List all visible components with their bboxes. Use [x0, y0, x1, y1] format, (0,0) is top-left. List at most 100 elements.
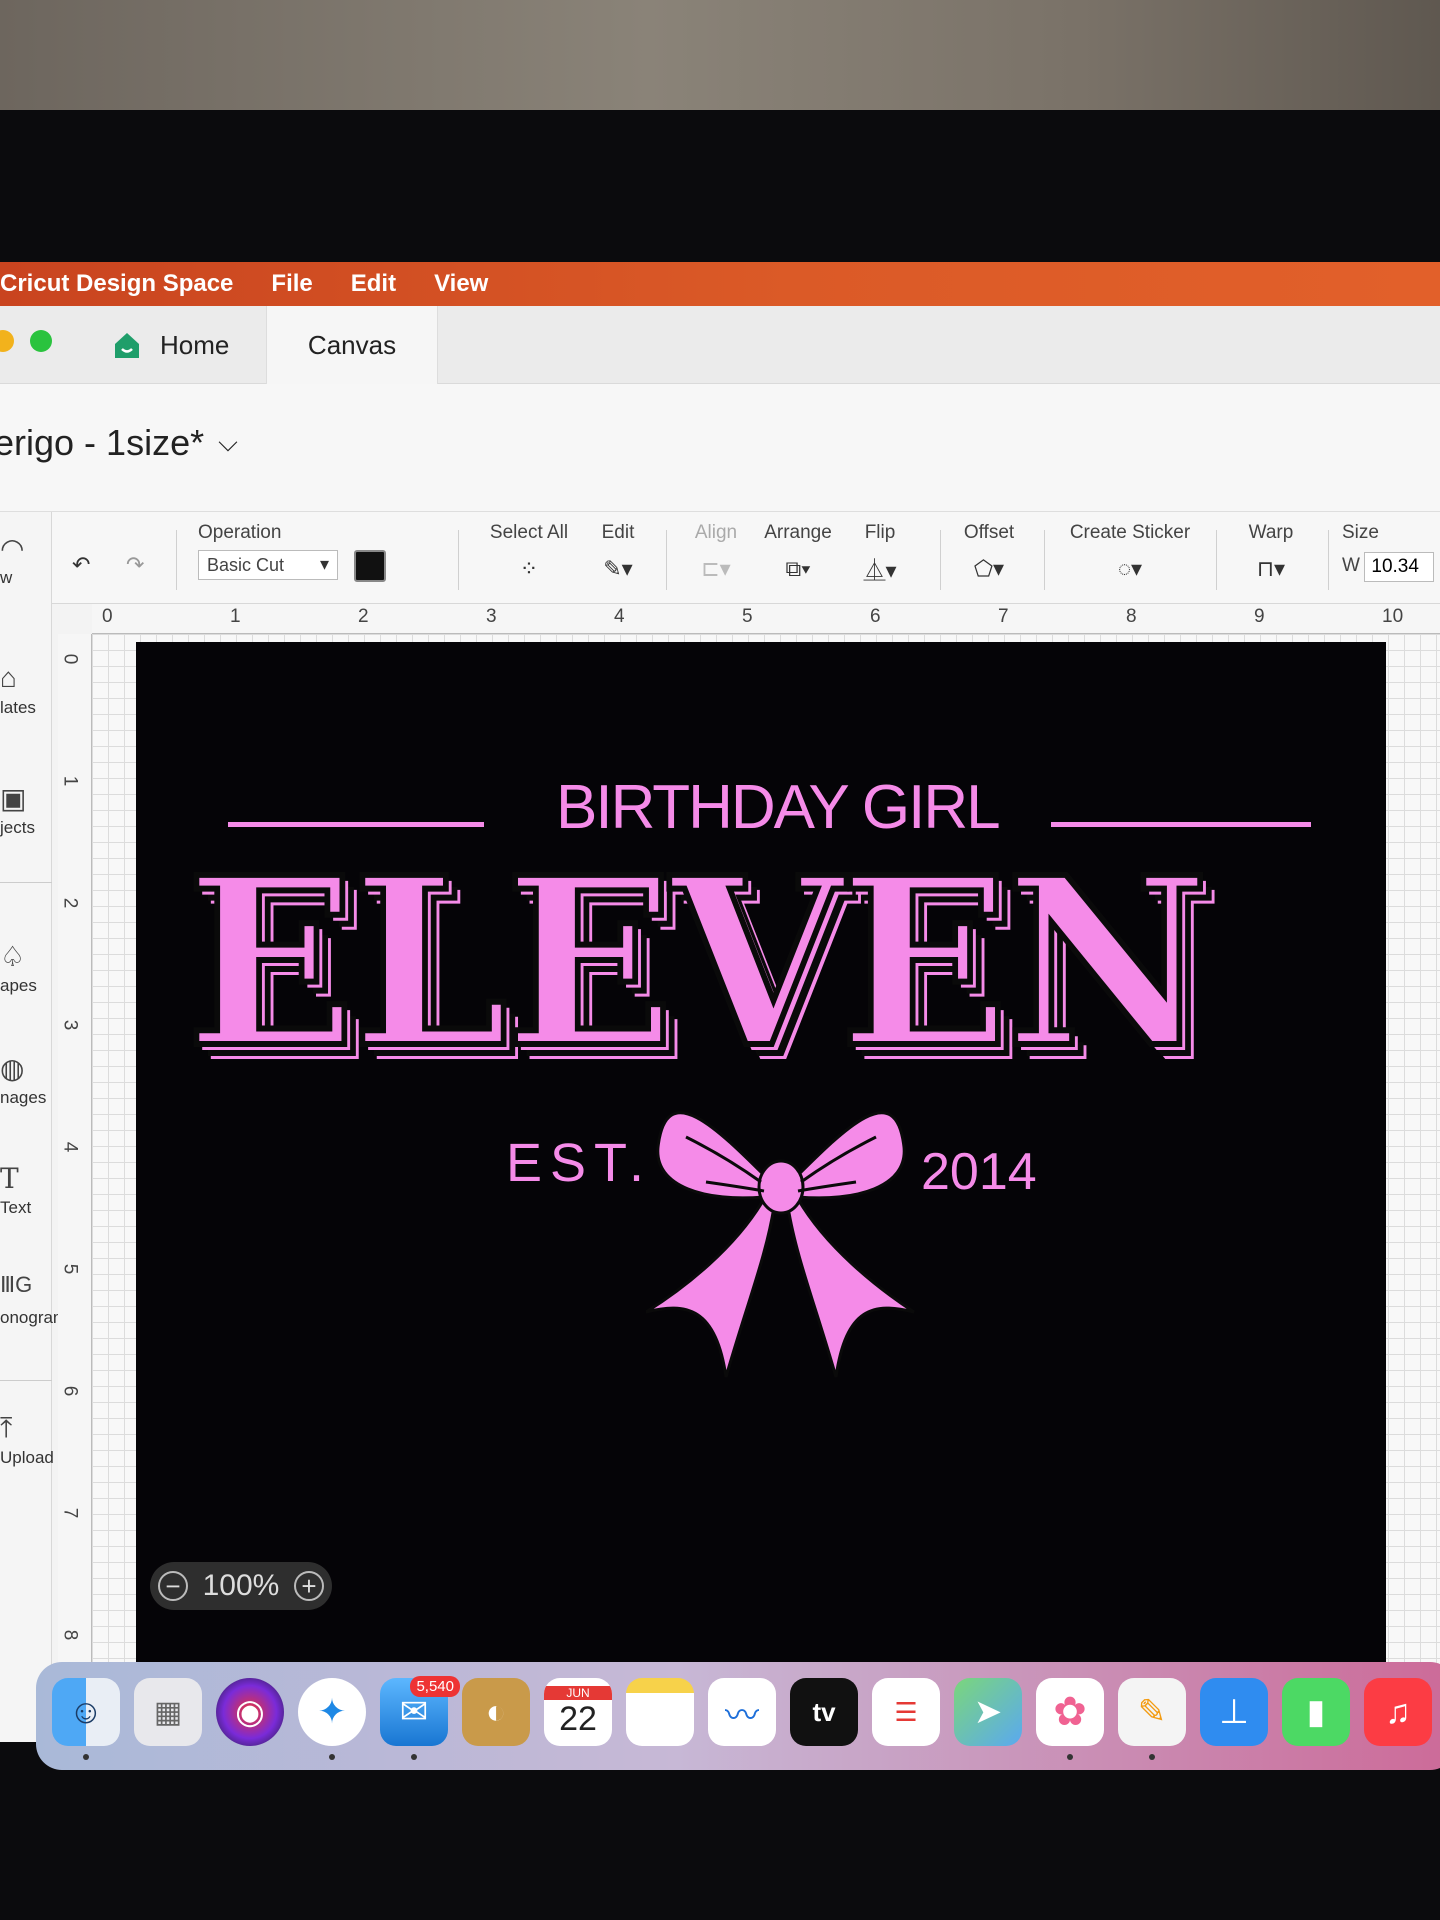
zoom-level: 100% — [202, 1569, 280, 1602]
toolbar-divider — [940, 530, 941, 590]
ruler-mark: 2 — [358, 606, 369, 627]
redo-button[interactable]: ↷ — [126, 522, 144, 582]
running-indicator — [1067, 1754, 1073, 1760]
toolbar-divider — [176, 530, 177, 590]
est-text[interactable]: EST. — [506, 1132, 652, 1194]
undo-icon: ↶ — [72, 552, 91, 577]
tab-home[interactable]: Home — [112, 306, 262, 384]
reminders-icon[interactable]: ☰ — [872, 1678, 940, 1746]
apple-tv-icon[interactable]: tv — [790, 1678, 858, 1746]
left-sidebar: ◠ w ⌂ lates ▣ jects ♤ apes ◍ nages T Tex… — [0, 512, 67, 1742]
tab-canvas[interactable]: Canvas — [266, 306, 438, 384]
launchpad-icon[interactable]: ▦ — [134, 1678, 202, 1746]
zoom-window-button[interactable] — [30, 330, 52, 352]
flip-button[interactable]: Flip ⏅▾ — [850, 522, 910, 586]
width-input[interactable]: 10.34 — [1364, 552, 1435, 582]
freeform-icon[interactable]: 〰 — [708, 1678, 776, 1746]
sticker-icon: ◌▾ — [1117, 556, 1143, 581]
size-label: Size — [1342, 522, 1379, 543]
select-all-icon: ⁘ — [519, 556, 539, 581]
align-label: Align — [694, 522, 738, 543]
ruler-mark: 6 — [870, 606, 881, 627]
ruler-mark: 4 — [59, 1141, 81, 1153]
eleven-text[interactable]: ELEVEN — [183, 844, 1212, 1082]
menu-file[interactable]: File — [271, 270, 312, 298]
width-label: W — [1342, 555, 1360, 577]
mail-badge: 5,540 — [410, 1676, 460, 1697]
arrange-button[interactable]: Arrange ⧉▾ — [758, 522, 838, 586]
ruler-mark: 8 — [59, 1629, 81, 1641]
ruler-mark: 4 — [614, 606, 625, 627]
macos-dock: ☺ ▦ ◉ ✦ ✉ 5,540 ◐ JUN 22 〰 tv ☰ ➤ ✿ ✎ ⊥ … — [36, 1662, 1440, 1770]
flip-label: Flip — [864, 522, 896, 543]
ruler-mark: 7 — [998, 606, 1009, 627]
sidebar-label: w — [0, 568, 13, 587]
keynote-icon[interactable]: ⊥ — [1200, 1678, 1268, 1746]
horizontal-ruler: 0 1 2 3 4 5 6 7 8 9 10 — [92, 604, 1440, 634]
zoom-out-button[interactable]: − — [158, 1571, 188, 1601]
toolbar-divider — [1044, 530, 1045, 590]
home-icon — [115, 333, 139, 358]
operation-label: Operation — [198, 522, 282, 543]
create-sticker-button[interactable]: Create Sticker ◌▾ — [1064, 522, 1196, 586]
operation-select[interactable]: Basic Cut — [198, 550, 338, 580]
maps-icon[interactable]: ➤ — [954, 1678, 1022, 1746]
notes-icon[interactable] — [626, 1678, 694, 1746]
edit-button[interactable]: Edit ✎▾ — [586, 522, 650, 586]
select-all-button[interactable]: Select All ⁘ — [484, 522, 574, 586]
tab-strip: Home Canvas — [0, 306, 1440, 384]
select-all-label: Select All — [489, 522, 569, 543]
color-swatch[interactable] — [354, 550, 387, 582]
app-menu[interactable]: Cricut Design Space — [0, 270, 233, 298]
ruler-mark: 1 — [230, 606, 241, 627]
pencil-icon: ✎▾ — [603, 556, 633, 581]
year-text[interactable]: 2014 — [921, 1142, 1037, 1202]
bow-graphic[interactable] — [646, 1087, 916, 1387]
toolbar-divider — [1328, 530, 1329, 590]
warp-label: Warp — [1248, 522, 1294, 543]
toolbar-divider — [458, 530, 459, 590]
photos-icon[interactable]: ✿ — [1036, 1678, 1104, 1746]
menu-view[interactable]: View — [434, 270, 488, 298]
ruler-mark: 5 — [59, 1263, 81, 1275]
ruler-mark: 8 — [1126, 606, 1137, 627]
ruler-mark: 10 — [1382, 606, 1404, 627]
calendar-icon[interactable]: JUN 22 — [544, 1678, 612, 1746]
design-artboard[interactable]: BIRTHDAY GIRL ELEVEN EST. 2014 — [136, 642, 1386, 1712]
align-button: Align ⊏▾ — [686, 522, 746, 586]
arrange-label: Arrange — [764, 522, 832, 543]
ruler-mark: 3 — [59, 1019, 81, 1031]
ruler-mark: 3 — [486, 606, 497, 627]
operation-group: Operation Basic Cut — [198, 522, 387, 582]
calendar-month: JUN — [544, 1685, 612, 1700]
zoom-control: − 100% + — [150, 1562, 332, 1610]
toolbar-divider — [666, 530, 667, 590]
envelope-icon: ✉ — [399, 1693, 429, 1731]
finder-icon[interactable]: ☺ — [52, 1678, 120, 1746]
music-icon[interactable]: ♫ — [1364, 1678, 1432, 1746]
siri-icon[interactable]: ◉ — [216, 1678, 284, 1746]
ruler-mark: 6 — [59, 1385, 81, 1397]
flip-icon: ⏅▾ — [863, 558, 897, 583]
tv-label: tv — [812, 1696, 836, 1727]
ruler-mark: 9 — [1254, 606, 1265, 627]
offset-button[interactable]: Offset ⬠▾ — [954, 522, 1024, 586]
align-icon: ⊏▾ — [701, 556, 731, 581]
undo-button[interactable]: ↶ — [72, 522, 90, 582]
ruler-mark: 7 — [59, 1507, 81, 1519]
safari-icon[interactable]: ✦ — [298, 1678, 366, 1746]
ruler-mark: 0 — [59, 653, 81, 665]
menu-edit[interactable]: Edit — [351, 270, 396, 298]
minimize-window-button[interactable] — [0, 330, 14, 352]
zoom-in-button[interactable]: + — [293, 1571, 324, 1601]
running-indicator — [1149, 1754, 1155, 1760]
size-group: Size W 10.34 — [1342, 522, 1435, 582]
sidebar-item-new[interactable]: ◠ w — [0, 532, 70, 588]
mail-icon[interactable]: ✉ 5,540 — [380, 1676, 460, 1746]
warp-button[interactable]: Warp ⊓▾ — [1238, 522, 1304, 586]
numbers-icon[interactable]: ▮ — [1282, 1678, 1350, 1746]
contacts-icon[interactable]: ◐ — [462, 1678, 530, 1746]
sidebar-divider — [0, 882, 52, 883]
project-title-dropdown[interactable]: erigo - 1size* ⌵ — [0, 422, 238, 464]
pages-icon[interactable]: ✎ — [1118, 1678, 1186, 1746]
